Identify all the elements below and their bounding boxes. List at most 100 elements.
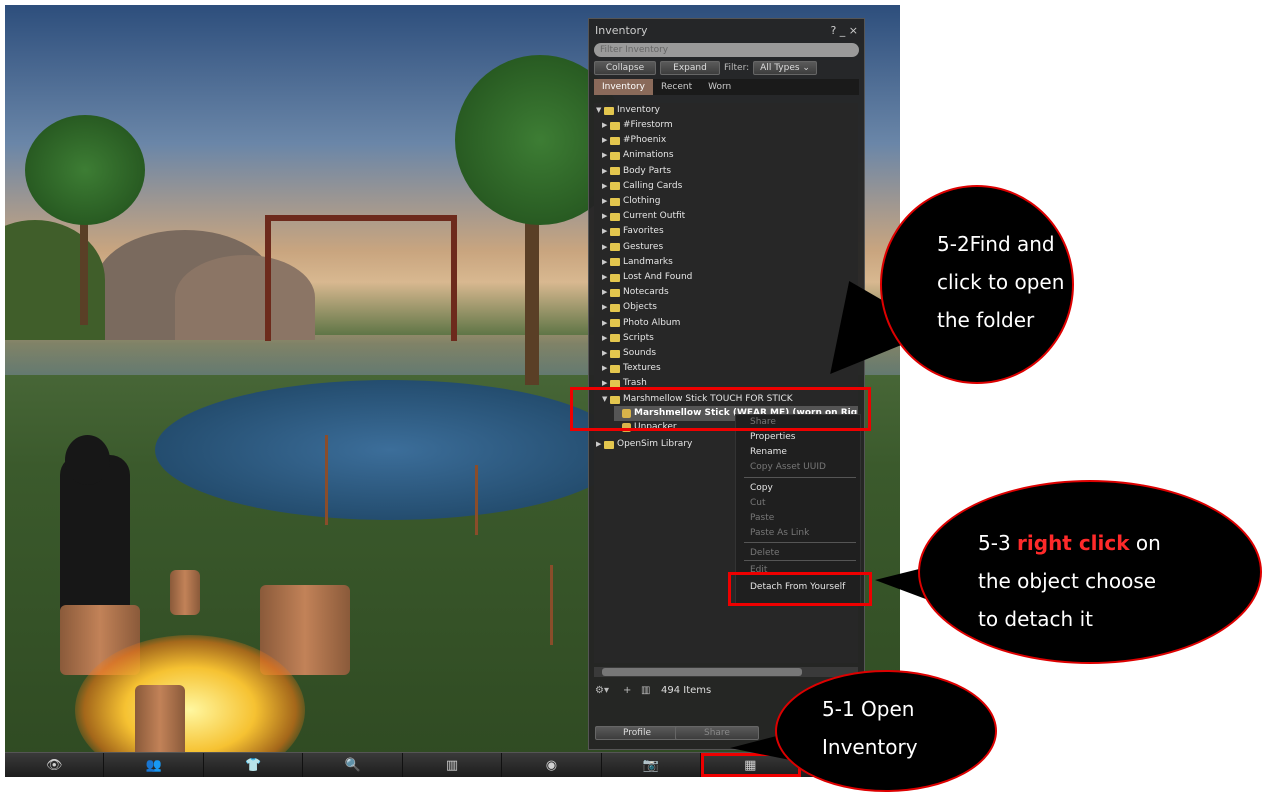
expand-arrow-icon[interactable]: ▶ (602, 255, 610, 270)
inventory-title: Inventory (595, 23, 648, 37)
inventory-folder[interactable]: ▶ Objects (602, 300, 657, 315)
step3-suffix: on (1129, 531, 1161, 555)
toolbar-view-button[interactable]: 👁 (5, 753, 105, 777)
expand-arrow-icon[interactable]: ▶ (602, 361, 610, 376)
profile-button[interactable]: Profile (595, 726, 679, 740)
tab-inventory[interactable]: Inventory (594, 79, 653, 95)
step3-line3: to detach it (978, 607, 1093, 631)
hill-green (5, 220, 105, 340)
expand-arrow-icon[interactable]: ▶ (602, 224, 610, 239)
folder-icon (610, 151, 620, 160)
horizontal-scrollbar[interactable] (594, 667, 858, 677)
inventory-folder[interactable]: ▶ Current Outfit (602, 209, 685, 224)
expand-arrow-icon[interactable]: ▶ (596, 437, 604, 452)
reed-2 (475, 465, 478, 535)
expand-arrow-icon[interactable]: ▶ (602, 179, 610, 194)
add-icon[interactable]: + (623, 685, 631, 696)
toolbar-search-button[interactable]: 🔍 (303, 753, 403, 777)
expand-arrow-icon[interactable]: ▶ (602, 285, 610, 300)
row-label: Landmarks (623, 256, 673, 267)
inventory-folder[interactable]: ▶ Calling Cards (602, 179, 682, 194)
filter-input[interactable]: Filter Inventory (594, 43, 859, 57)
menu-rename-item[interactable]: Rename (750, 447, 787, 457)
expand-arrow-icon[interactable]: ▶ (602, 316, 610, 331)
inventory-folder[interactable]: ▶ Sounds (602, 346, 656, 361)
inventory-folder[interactable]: ▶ Body Parts (602, 164, 671, 179)
expand-arrow-icon[interactable]: ▶ (602, 300, 610, 315)
folder-icon (610, 349, 620, 358)
inventory-folder[interactable]: ▶ Animations (602, 148, 674, 163)
toolbar-people-button[interactable]: 👥 (104, 753, 204, 777)
row-label: Photo Album (623, 317, 681, 328)
gear-menu-icon[interactable]: ⚙▾ (595, 685, 609, 696)
trash-icon[interactable]: ▥ (641, 685, 650, 696)
window-controls[interactable]: ? _ × (830, 24, 858, 37)
reed-1 (325, 435, 328, 525)
bucket (170, 570, 200, 615)
expand-arrow-icon[interactable]: ▶ (602, 148, 610, 163)
folder-icon (604, 440, 614, 449)
expand-arrow-icon[interactable]: ▶ (602, 194, 610, 209)
expand-arrow-icon[interactable]: ▶ (602, 118, 610, 133)
step1-line1: 5-1 Open (822, 697, 915, 721)
inventory-tabs: Inventory Recent Worn (594, 79, 859, 95)
inventory-folder[interactable]: ▶ Textures (602, 361, 661, 376)
row-label: Scripts (623, 332, 654, 343)
menu-paste-item[interactable]: Paste (750, 513, 774, 523)
inventory-folder[interactable]: ▶ Landmarks (602, 255, 673, 270)
inventory-folder[interactable]: ▶ Photo Album (602, 316, 680, 331)
row-label: Objects (623, 302, 658, 313)
inventory-folder[interactable]: ▶ Clothing (602, 194, 660, 209)
inventory-folder[interactable]: ▶ Lost And Found (602, 270, 692, 285)
inventory-root-folder[interactable]: ▼ Inventory (596, 103, 660, 118)
library-folder[interactable]: ▶ OpenSim Library (596, 437, 692, 452)
expand-arrow-icon[interactable]: ▶ (602, 133, 610, 148)
expand-arrow-icon[interactable]: ▶ (602, 164, 610, 179)
folder-icon (604, 106, 614, 115)
step1-line2: Inventory (822, 735, 918, 759)
expand-arrow-icon[interactable]: ▶ (602, 331, 610, 346)
pond (155, 380, 625, 520)
menu-delete-item[interactable]: Delete (750, 548, 780, 558)
inventory-titlebar[interactable]: Inventory ? _ × (589, 19, 864, 41)
tab-worn[interactable]: Worn (700, 79, 739, 95)
tab-recent[interactable]: Recent (653, 79, 700, 95)
folder-icon (610, 136, 620, 145)
step2-line1: 5-2Find and (937, 232, 1055, 256)
expand-arrow-icon[interactable]: ▶ (602, 270, 610, 285)
menu-copy-item[interactable]: Copy (750, 483, 773, 493)
menu-paste-link-item[interactable]: Paste As Link (750, 528, 809, 538)
inventory-folder[interactable]: ▶ Notecards (602, 285, 669, 300)
toolbar-snapshot-button[interactable]: 📷 (602, 753, 702, 777)
collapse-button[interactable]: Collapse (594, 61, 656, 75)
folder-icon (610, 334, 620, 343)
expand-arrow-icon[interactable]: ▶ (602, 240, 610, 255)
toolbar-radar-button[interactable]: ◉ (502, 753, 602, 777)
toolbar-appearance-button[interactable]: 👕 (204, 753, 304, 777)
row-label: Lost And Found (623, 272, 693, 282)
inventory-folder[interactable]: ▶ #Phoenix (602, 133, 666, 148)
expand-arrow-icon[interactable]: ▼ (596, 103, 604, 118)
pavilion (265, 215, 457, 341)
avatar-head (65, 435, 110, 485)
toolbar-map-button[interactable]: ▥ (403, 753, 503, 777)
inventory-window: Inventory ? _ × Filter Inventory Collaps… (588, 18, 865, 750)
menu-properties-item[interactable]: Properties (750, 432, 795, 442)
expand-arrow-icon[interactable]: ▶ (602, 209, 610, 224)
menu-copy-uuid-item[interactable]: Copy Asset UUID (750, 462, 826, 472)
inventory-folder[interactable]: ▶ Gestures (602, 240, 663, 255)
row-label: Inventory (617, 105, 660, 115)
filter-label: Filter: (724, 63, 750, 73)
inventory-folder[interactable]: ▶ Scripts (602, 331, 654, 346)
step2-line3: the folder (937, 308, 1035, 332)
callout-step3: 5-3 right click on the object choose to … (918, 480, 1262, 664)
menu-cut-item[interactable]: Cut (750, 498, 766, 508)
expand-arrow-icon[interactable]: ▶ (602, 346, 610, 361)
filter-type-select[interactable]: All Types ⌄ (753, 61, 817, 75)
menu-separator (744, 542, 856, 543)
folder-icon (610, 288, 620, 297)
inventory-folder[interactable]: ▶ #Firestorm (602, 118, 673, 133)
expand-button[interactable]: Expand (660, 61, 720, 75)
menu-separator (744, 477, 856, 478)
inventory-folder[interactable]: ▶ Favorites (602, 224, 664, 239)
